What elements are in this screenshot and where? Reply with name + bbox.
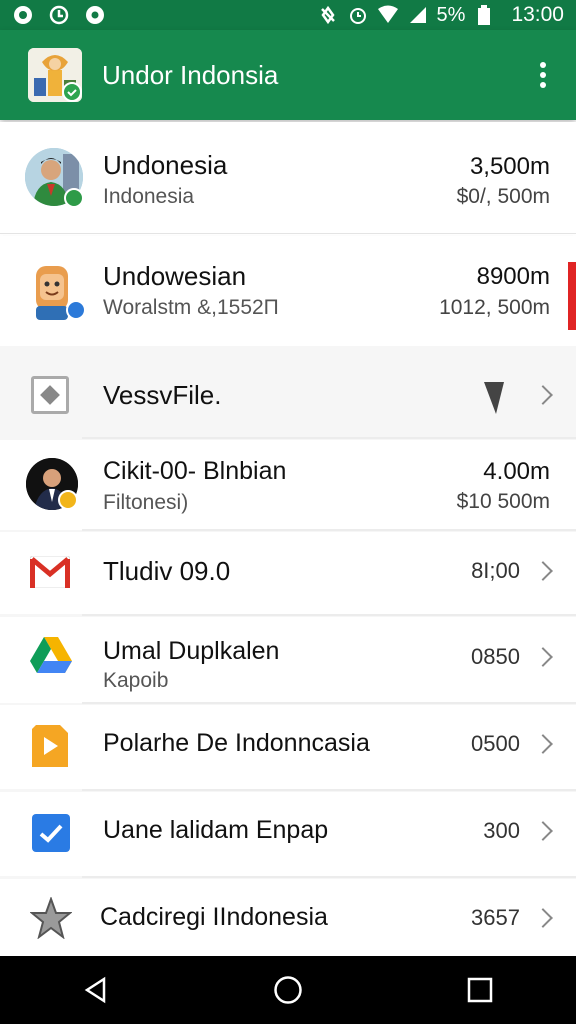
list-item-title: Uane lalidam Enpap	[103, 816, 329, 844]
list-item[interactable]: Uane lalidam Enpap 300	[0, 792, 576, 876]
account-subvalue: $0/, 500m	[456, 185, 550, 208]
account-title: Undonesia	[103, 150, 228, 180]
list-item-value: 0850	[471, 644, 520, 669]
water-drop-badge-icon	[66, 300, 86, 320]
pin-icon	[482, 380, 506, 421]
status-bar: 5% 13:00	[0, 0, 576, 30]
alarm-icon	[347, 4, 369, 26]
chevron-right-icon	[533, 821, 553, 841]
divider	[82, 614, 576, 616]
list-item[interactable]: Umal Duplkalen Kapoib 0850	[0, 617, 576, 703]
divider	[82, 789, 576, 791]
list-item-value: 8I;00	[471, 558, 520, 583]
navigation-bar	[0, 956, 576, 1024]
red-indicator-bar	[568, 262, 576, 330]
list-item-title: Tludiv 09.0	[103, 556, 231, 586]
list-item[interactable]: VessvFile.	[0, 356, 576, 438]
list-item-value: 300	[483, 818, 520, 843]
star-badge-icon	[58, 490, 78, 510]
account-subvalue: 1012, 500m	[439, 296, 550, 319]
battery-icon	[473, 4, 495, 26]
divider	[82, 702, 576, 704]
list-item-title: Umal Duplkalen	[103, 637, 280, 665]
list-item-subvalue: $10 500m	[456, 490, 550, 513]
list-item[interactable]: Cadciregi IIndonesia 3657	[0, 879, 576, 956]
clock-notification-icon	[48, 4, 70, 26]
list-item[interactable]: Cikit-00- Blnbian Filtonesi) 4.00m $10 5…	[0, 440, 576, 530]
gmail-icon	[29, 555, 71, 593]
account-value: 3,500m	[469, 153, 550, 180]
list-item-value: 0500	[471, 731, 520, 756]
drive-icon	[30, 637, 72, 680]
chevron-right-icon	[533, 561, 553, 581]
chevron-right-icon	[533, 734, 553, 754]
list-item[interactable]: Tludiv 09.0 8I;00	[0, 532, 576, 614]
check-icon	[32, 814, 70, 857]
record-notification-icon	[84, 4, 106, 26]
battery-percent: 5%	[436, 3, 466, 26]
account-value: 8900m	[476, 263, 550, 290]
list-item-title: VessvFile.	[103, 380, 222, 410]
app-bar: Undor Indonsia	[0, 30, 576, 120]
divider	[82, 876, 576, 878]
star-icon	[29, 896, 73, 944]
chevron-right-icon	[533, 908, 553, 928]
play-icon	[30, 725, 70, 772]
pet-notification-icon	[12, 4, 34, 26]
file-icon	[31, 376, 69, 414]
list-item[interactable]: Polarhe De Indonncasia 0500	[0, 705, 576, 789]
divider	[82, 529, 576, 531]
more-vert-icon[interactable]	[528, 55, 558, 95]
divider	[82, 437, 576, 439]
list-item-subtitle: Filtonesi)	[103, 491, 189, 514]
clock-time: 13:00	[511, 3, 564, 26]
list-item-title: Cikit-00- Blnbian	[103, 457, 287, 485]
account-card[interactable]: Undowesian Woralstm &,1552П 8900m 1012, …	[0, 236, 576, 346]
home-icon[interactable]	[263, 965, 313, 1015]
account-subtitle: Woralstm &,1552П	[103, 296, 279, 319]
verified-badge-icon	[64, 188, 84, 208]
account-card[interactable]: Undonesia Indonesia 3,500m $0/, 500m	[0, 122, 576, 234]
chevron-right-icon	[533, 647, 553, 667]
list-item-title: Polarhe De Indonncasia	[103, 729, 370, 757]
app-title: Undor Indonsia	[102, 59, 279, 90]
chevron-right-icon	[533, 385, 553, 405]
account-title: Undowesian	[103, 261, 247, 291]
back-icon[interactable]	[71, 965, 121, 1015]
list-item-value: 4.00m	[483, 458, 550, 485]
account-subtitle: Indonesia	[103, 185, 195, 208]
wifi-icon	[377, 4, 399, 26]
mute-icon	[317, 4, 339, 26]
signal-icon	[407, 4, 429, 26]
recents-icon[interactable]	[455, 965, 505, 1015]
app-logo	[28, 48, 82, 102]
list-item-title: Cadciregi IIndonesia	[100, 903, 328, 931]
list-item-subtitle: Kapoib	[103, 669, 169, 692]
list-item-value: 3657	[471, 905, 520, 930]
